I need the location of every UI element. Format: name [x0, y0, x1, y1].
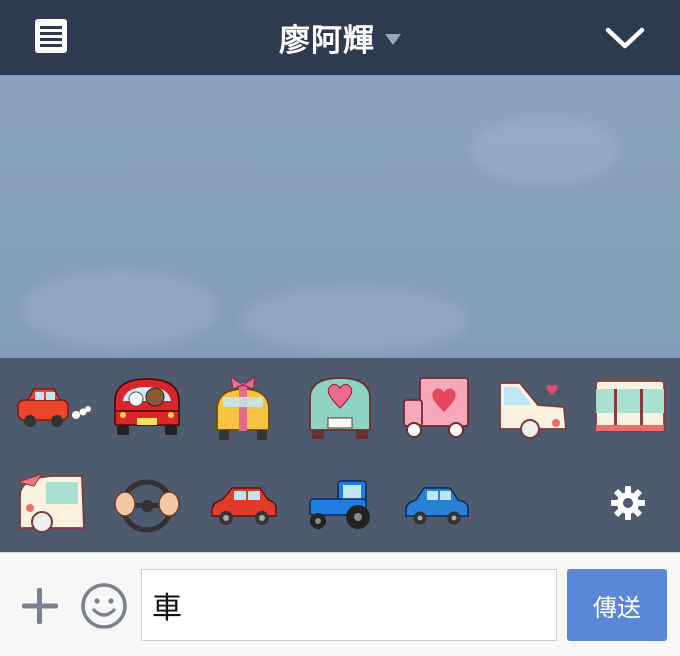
chat-message-area[interactable]	[0, 75, 680, 358]
cloud-decoration	[240, 285, 470, 355]
chat-header: 廖阿輝	[0, 0, 680, 75]
cream-car-heart-sticker[interactable]	[494, 375, 574, 443]
red-car-puff-sticker[interactable]	[12, 375, 92, 443]
steering-wheel-hands-sticker[interactable]	[107, 472, 187, 540]
cloud-decoration	[20, 270, 220, 350]
teal-car-heart-sticker[interactable]	[300, 374, 380, 442]
plus-icon[interactable]	[18, 584, 62, 628]
caret-down-icon[interactable]	[385, 34, 401, 45]
chat-title[interactable]: 廖阿輝	[279, 15, 375, 60]
chevron-down-icon[interactable]	[604, 22, 646, 52]
bus-side-sticker[interactable]	[590, 375, 670, 443]
red-hatchback-sticker[interactable]	[204, 474, 284, 542]
pink-truck-heart-sticker[interactable]	[398, 374, 478, 442]
title-area: 廖阿輝	[0, 0, 680, 75]
blue-tractor-sticker[interactable]	[300, 473, 380, 541]
car-with-flag-sticker[interactable]	[12, 470, 92, 538]
brown-cony-driving-car-sticker[interactable]	[107, 373, 187, 441]
smiley-icon[interactable]	[79, 581, 129, 631]
yellow-car-with-ribbon-sticker[interactable]	[203, 375, 283, 443]
message-input[interactable]	[141, 569, 557, 641]
blue-car-sticker[interactable]	[398, 476, 478, 544]
gear-icon[interactable]	[609, 484, 647, 522]
send-button[interactable]: 傳送	[567, 569, 667, 641]
cloud-decoration	[470, 115, 620, 185]
